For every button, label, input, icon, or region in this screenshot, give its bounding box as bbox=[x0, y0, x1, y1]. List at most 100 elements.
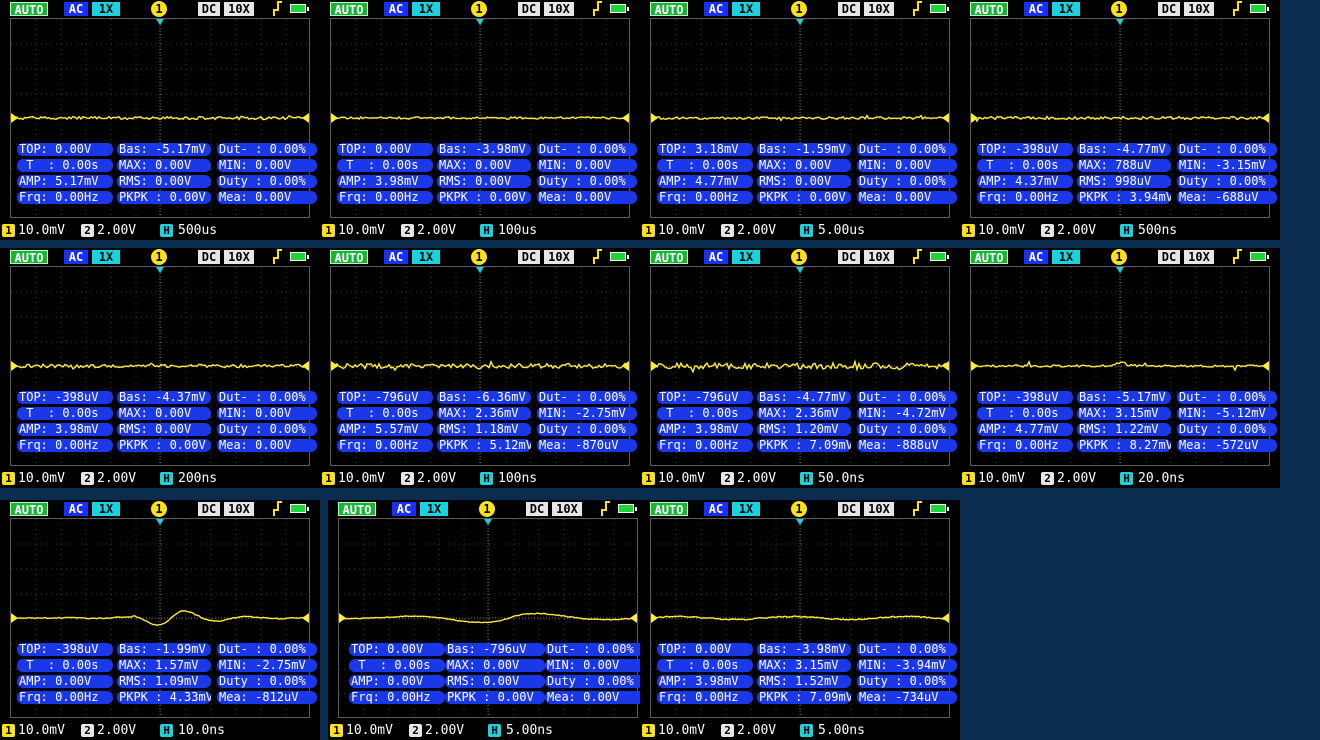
waveform-screen[interactable]: TOP: -796uV Bas: -4.77mV Dut- : 0.00% T : … bbox=[650, 266, 957, 466]
run-mode-badge[interactable]: AUTO bbox=[330, 250, 368, 265]
timebase-value[interactable]: 500us bbox=[178, 223, 217, 238]
coupling-badge[interactable]: AC bbox=[1024, 2, 1048, 16]
ch1-level-marker[interactable] bbox=[651, 113, 658, 123]
coupling-badge[interactable]: AC bbox=[704, 2, 728, 16]
ch1-volts-div[interactable]: 10.0mV bbox=[346, 723, 393, 738]
coupling2-badge[interactable]: DC bbox=[198, 502, 220, 516]
coupling-badge[interactable]: AC bbox=[392, 502, 416, 516]
ch1-volts-div[interactable]: 10.0mV bbox=[338, 223, 385, 238]
probe2-badge[interactable]: 10X bbox=[864, 250, 894, 264]
probe-badge[interactable]: 1X bbox=[732, 502, 760, 516]
ch1-volts-div[interactable]: 10.0mV bbox=[978, 223, 1025, 238]
trigger-position-marker[interactable] bbox=[156, 267, 164, 273]
timebase-value[interactable]: 500ns bbox=[1138, 223, 1177, 238]
trigger-level-marker[interactable] bbox=[302, 361, 309, 371]
ch1-volts-div[interactable]: 10.0mV bbox=[658, 223, 705, 238]
trigger-position-marker[interactable] bbox=[796, 267, 804, 273]
probe-badge[interactable]: 1X bbox=[732, 250, 760, 264]
probe2-badge[interactable]: 10X bbox=[224, 2, 254, 16]
probe2-badge[interactable]: 10X bbox=[864, 502, 894, 516]
trigger-level-marker[interactable] bbox=[1262, 361, 1269, 371]
probe-badge[interactable]: 1X bbox=[1052, 2, 1080, 16]
waveform-screen[interactable]: TOP: 0.00V Bas: -3.98mV Dut- : 0.00% T : 0… bbox=[650, 518, 957, 718]
probe2-badge[interactable]: 10X bbox=[1184, 250, 1214, 264]
trigger-level-marker[interactable] bbox=[942, 613, 949, 623]
trigger-position-marker[interactable] bbox=[156, 519, 164, 525]
run-mode-badge[interactable]: AUTO bbox=[650, 2, 688, 17]
probe-badge[interactable]: 1X bbox=[92, 250, 120, 264]
coupling-badge[interactable]: AC bbox=[384, 250, 408, 264]
trigger-level-marker[interactable] bbox=[622, 361, 629, 371]
ch1-volts-div[interactable]: 10.0mV bbox=[18, 723, 65, 738]
trigger-position-marker[interactable] bbox=[1116, 19, 1124, 25]
ch1-level-marker[interactable] bbox=[11, 613, 18, 623]
probe-badge[interactable]: 1X bbox=[420, 502, 448, 516]
timebase-value[interactable]: 5.00ns bbox=[818, 723, 865, 738]
ch2-volts-div[interactable]: 2.00V bbox=[97, 471, 136, 486]
coupling2-badge[interactable]: DC bbox=[838, 250, 860, 264]
ch1-level-marker[interactable] bbox=[11, 113, 18, 123]
coupling-badge[interactable]: AC bbox=[64, 2, 88, 16]
timebase-value[interactable]: 100us bbox=[498, 223, 537, 238]
trigger-level-marker[interactable] bbox=[302, 113, 309, 123]
ch2-volts-div[interactable]: 2.00V bbox=[417, 471, 456, 486]
probe2-badge[interactable]: 10X bbox=[224, 502, 254, 516]
ch2-volts-div[interactable]: 2.00V bbox=[97, 223, 136, 238]
probe2-badge[interactable]: 10X bbox=[544, 2, 574, 16]
waveform-screen[interactable]: TOP: -398uV Bas: -1.99mV Dut- : 0.00% T : … bbox=[10, 518, 317, 718]
waveform-screen[interactable]: TOP: -398uV Bas: -4.77mV Dut- : 0.00% T : … bbox=[970, 18, 1277, 218]
waveform-screen[interactable]: TOP: -796uV Bas: -6.36mV Dut- : 0.00% T : … bbox=[330, 266, 637, 466]
probe-badge[interactable]: 1X bbox=[92, 502, 120, 516]
ch1-level-marker[interactable] bbox=[339, 613, 346, 623]
run-mode-badge[interactable]: AUTO bbox=[650, 250, 688, 265]
ch1-volts-div[interactable]: 10.0mV bbox=[658, 471, 705, 486]
ch1-volts-div[interactable]: 10.0mV bbox=[18, 223, 65, 238]
timebase-value[interactable]: 20.0ns bbox=[1138, 471, 1185, 486]
ch2-volts-div[interactable]: 2.00V bbox=[1057, 223, 1096, 238]
probe-badge[interactable]: 1X bbox=[1052, 250, 1080, 264]
coupling-badge[interactable]: AC bbox=[64, 250, 88, 264]
waveform-screen[interactable]: TOP: 0.00V Bas: -3.98mV Dut- : 0.00% T : 0… bbox=[330, 18, 637, 218]
coupling2-badge[interactable]: DC bbox=[198, 2, 220, 16]
trigger-position-marker[interactable] bbox=[476, 19, 484, 25]
probe-badge[interactable]: 1X bbox=[412, 250, 440, 264]
waveform-screen[interactable]: TOP: -398uV Bas: -5.17mV Dut- : 0.00% T : … bbox=[970, 266, 1277, 466]
coupling-badge[interactable]: AC bbox=[704, 502, 728, 516]
waveform-screen[interactable]: TOP: 3.18mV Bas: -1.59mV Dut- : 0.00% T : … bbox=[650, 18, 957, 218]
probe2-badge[interactable]: 10X bbox=[224, 250, 254, 264]
ch1-volts-div[interactable]: 10.0mV bbox=[18, 471, 65, 486]
ch1-volts-div[interactable]: 10.0mV bbox=[338, 471, 385, 486]
ch2-volts-div[interactable]: 2.00V bbox=[425, 723, 464, 738]
ch1-volts-div[interactable]: 10.0mV bbox=[978, 471, 1025, 486]
ch1-volts-div[interactable]: 10.0mV bbox=[658, 723, 705, 738]
coupling-badge[interactable]: AC bbox=[1024, 250, 1048, 264]
ch2-volts-div[interactable]: 2.00V bbox=[737, 223, 776, 238]
trigger-position-marker[interactable] bbox=[796, 519, 804, 525]
trigger-level-marker[interactable] bbox=[622, 113, 629, 123]
timebase-value[interactable]: 200ns bbox=[178, 471, 217, 486]
ch1-level-marker[interactable] bbox=[331, 361, 338, 371]
coupling-badge[interactable]: AC bbox=[384, 2, 408, 16]
run-mode-badge[interactable]: AUTO bbox=[10, 502, 48, 517]
coupling2-badge[interactable]: DC bbox=[198, 250, 220, 264]
coupling2-badge[interactable]: DC bbox=[518, 2, 540, 16]
coupling-badge[interactable]: AC bbox=[64, 502, 88, 516]
trigger-position-marker[interactable] bbox=[1116, 267, 1124, 273]
run-mode-badge[interactable]: AUTO bbox=[330, 2, 368, 17]
trigger-level-marker[interactable] bbox=[630, 613, 637, 623]
run-mode-badge[interactable]: AUTO bbox=[338, 502, 376, 517]
ch1-level-marker[interactable] bbox=[11, 361, 18, 371]
probe2-badge[interactable]: 10X bbox=[1184, 2, 1214, 16]
timebase-value[interactable]: 100ns bbox=[498, 471, 537, 486]
probe-badge[interactable]: 1X bbox=[92, 2, 120, 16]
probe2-badge[interactable]: 10X bbox=[544, 250, 574, 264]
ch2-volts-div[interactable]: 2.00V bbox=[97, 723, 136, 738]
waveform-screen[interactable]: TOP: -398uV Bas: -4.37mV Dut- : 0.00% T : … bbox=[10, 266, 317, 466]
waveform-screen[interactable]: TOP: 0.00V Bas: -796uV Dut- : 0.00% T : 0.… bbox=[338, 518, 645, 718]
coupling2-badge[interactable]: DC bbox=[1158, 2, 1180, 16]
coupling2-badge[interactable]: DC bbox=[1158, 250, 1180, 264]
ch2-volts-div[interactable]: 2.00V bbox=[737, 723, 776, 738]
ch1-level-marker[interactable] bbox=[651, 361, 658, 371]
probe2-badge[interactable]: 10X bbox=[552, 502, 582, 516]
run-mode-badge[interactable]: AUTO bbox=[970, 2, 1008, 17]
